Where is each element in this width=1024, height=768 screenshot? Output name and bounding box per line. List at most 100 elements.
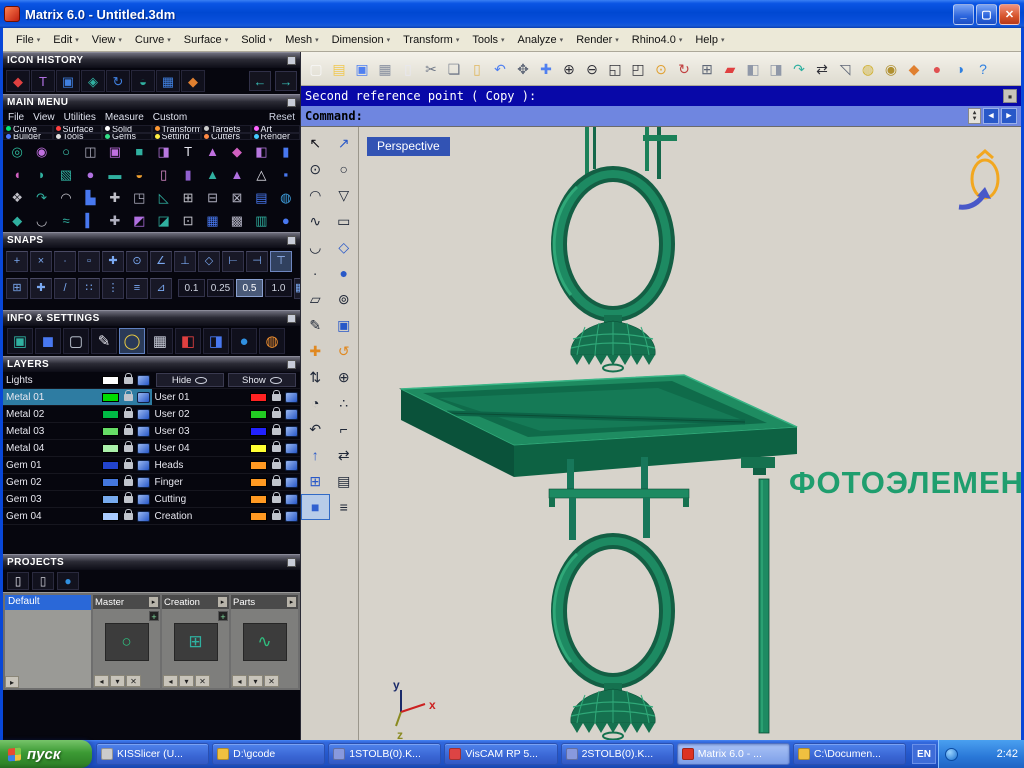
layer-row[interactable]: Metal 02: [3, 406, 152, 423]
layer-row[interactable]: Lights: [3, 372, 152, 389]
layer-lock-icon[interactable]: [272, 394, 281, 401]
tool-icon[interactable]: ▣: [56, 70, 80, 92]
layer-material-icon[interactable]: [137, 460, 150, 471]
layer-material-icon[interactable]: [137, 494, 150, 505]
grid-snap-icon[interactable]: ▦: [294, 278, 301, 299]
layer-material-icon[interactable]: [285, 511, 298, 522]
layer-row[interactable]: User 02: [152, 406, 301, 423]
blue-tool-icon[interactable]: ◨: [203, 328, 229, 354]
snap-value-button[interactable]: 0.1: [178, 279, 205, 297]
tool-icon[interactable]: ○: [54, 140, 78, 163]
tool-icon[interactable]: ▱: [301, 286, 330, 312]
history-back-button[interactable]: ←: [249, 71, 271, 91]
tool-icon[interactable]: ◠: [54, 186, 78, 209]
category-button[interactable]: Render: [251, 133, 301, 141]
tool-icon[interactable]: ▪: [274, 163, 298, 186]
tool-icon[interactable]: ■: [301, 494, 330, 520]
tool-icon[interactable]: ▭: [330, 208, 359, 234]
tool-icon[interactable]: ▧: [54, 163, 78, 186]
layer-row[interactable]: User 03: [152, 423, 301, 440]
category-button[interactable]: Transform: [152, 125, 202, 133]
project-column-menu-button[interactable]: ▸: [149, 597, 158, 607]
menubar-item[interactable]: Mesh: [278, 31, 324, 49]
taskbar-button[interactable]: D:\gcode: [212, 743, 325, 765]
category-button[interactable]: Targets: [201, 125, 251, 133]
tool-icon[interactable]: ⊠: [225, 186, 249, 209]
tool-icon[interactable]: ▩: [225, 209, 249, 232]
zoom-extents-icon[interactable]: ◰: [627, 56, 649, 82]
tool-icon[interactable]: ▮: [274, 140, 298, 163]
reset-button[interactable]: Reset: [269, 112, 295, 123]
category-button[interactable]: Builder: [3, 133, 53, 141]
menubar-item[interactable]: Solid: [234, 31, 278, 49]
layer-color-swatch[interactable]: [250, 478, 267, 487]
tool-icon[interactable]: ▤: [249, 186, 273, 209]
command-menu-button[interactable]: ▪: [1003, 89, 1017, 103]
snap-value-button[interactable]: 0.5: [236, 279, 263, 297]
layer-lock-icon[interactable]: [272, 479, 281, 486]
calculator-icon[interactable]: ▦: [147, 328, 173, 354]
tool-icon[interactable]: ⊙: [301, 156, 330, 182]
main-menu-tab[interactable]: File: [8, 112, 24, 123]
tool-icon[interactable]: ●: [274, 209, 298, 232]
tool-icon[interactable]: ◇: [330, 234, 359, 260]
tool-icon[interactable]: ▣: [330, 312, 359, 338]
gem-ring-icon[interactable]: ◯: [119, 328, 145, 354]
tool-icon[interactable]: ⊞: [176, 186, 200, 209]
layer-material-icon[interactable]: [137, 409, 150, 420]
layer-color-swatch[interactable]: [102, 495, 119, 504]
tool-icon[interactable]: ◫: [78, 140, 102, 163]
tool-icon[interactable]: ↺: [330, 338, 359, 364]
grid-toggle-icon[interactable]: ⊞: [696, 56, 718, 82]
project-thumbnail[interactable]: ○: [105, 623, 149, 661]
menubar-item[interactable]: Surface: [177, 31, 234, 49]
menubar-item[interactable]: Help: [688, 31, 730, 49]
cut-icon[interactable]: ✂: [420, 56, 442, 82]
zoom-out-icon[interactable]: ⊖: [581, 56, 603, 82]
snap-value-button[interactable]: 0.25: [207, 279, 234, 297]
minimize-button[interactable]: _: [953, 4, 974, 25]
print-icon[interactable]: ▦: [374, 56, 396, 82]
tool-icon[interactable]: ▙: [78, 186, 102, 209]
history-forward-button[interactable]: →: [275, 71, 297, 91]
layer-color-swatch[interactable]: [102, 478, 119, 487]
layer-lock-icon[interactable]: [272, 496, 281, 503]
layer-color-swatch[interactable]: [102, 376, 119, 385]
menubar-item[interactable]: Render: [569, 31, 625, 49]
main-menu-tab[interactable]: Custom: [153, 112, 187, 123]
layer-color-swatch[interactable]: [102, 512, 119, 521]
taskbar-button[interactable]: C:\Documen...: [793, 743, 906, 765]
snap-button[interactable]: ✚: [102, 251, 124, 272]
tool-icon[interactable]: ⊚: [330, 286, 359, 312]
copy-icon[interactable]: ❏: [443, 56, 465, 82]
snap-button[interactable]: +: [6, 251, 28, 272]
layer-material-icon[interactable]: [285, 392, 298, 403]
layer-lock-icon[interactable]: [272, 411, 281, 418]
tool-icon[interactable]: ⇅: [301, 364, 330, 390]
tool-icon[interactable]: ▍: [78, 209, 102, 232]
layer-lock-icon[interactable]: [124, 513, 133, 520]
layer-material-icon[interactable]: [137, 392, 150, 403]
layer-material-icon[interactable]: [285, 426, 298, 437]
add-item-button[interactable]: +: [218, 611, 228, 621]
tool-icon[interactable]: ∿: [301, 208, 330, 234]
layer-material-icon[interactable]: [285, 494, 298, 505]
layer-color-swatch[interactable]: [102, 427, 119, 436]
layer-material-icon[interactable]: [285, 409, 298, 420]
column-save-button[interactable]: ▾: [248, 675, 263, 687]
taskbar-button[interactable]: 1STOLB(0).K...: [328, 743, 441, 765]
project-thumbnail[interactable]: ⊞: [174, 623, 218, 661]
tool-icon[interactable]: ◆: [5, 209, 29, 232]
snap-button[interactable]: ▫: [78, 251, 100, 272]
tool-icon[interactable]: ◖: [5, 163, 29, 186]
layer-row[interactable]: Finger: [152, 474, 301, 491]
light-icon[interactable]: ◍: [857, 56, 879, 82]
tool-icon[interactable]: ⊞: [301, 468, 330, 494]
project-column-menu-button[interactable]: ▸: [218, 597, 227, 607]
layer-row[interactable]: User 01: [152, 389, 301, 406]
tool-icon[interactable]: ∙: [301, 260, 330, 286]
layer-lock-icon[interactable]: [124, 445, 133, 452]
snap-button[interactable]: /: [54, 278, 76, 299]
rotate-icon[interactable]: ↷: [788, 56, 810, 82]
column-delete-button[interactable]: ✕: [264, 675, 279, 687]
